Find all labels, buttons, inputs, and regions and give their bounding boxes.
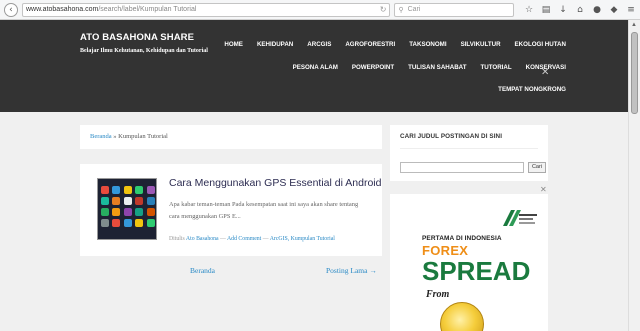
menu-item-arcgis[interactable]: ARCGIS	[307, 41, 331, 48]
main-menu-row-3: TEMPAT NONGKRONG	[484, 86, 566, 93]
app-icon	[146, 208, 155, 216]
browser-toolbar: ‹ www.atobasahona.com /search/label/Kump…	[0, 0, 640, 20]
page-scrollbar[interactable]: ▲	[628, 20, 640, 331]
post-author[interactable]: Ato Basahona	[186, 236, 219, 242]
close-icon[interactable]: ✕	[541, 67, 549, 78]
home-icon[interactable]: ⌂	[575, 5, 585, 15]
post-comments-link[interactable]: Add Comment	[227, 236, 261, 242]
app-icon	[101, 219, 109, 227]
meta-separator: —	[261, 236, 270, 242]
url-path: /search/label/Kumpulan Tutorial	[98, 6, 197, 13]
menu-item-kehidupan[interactable]: KEHIDUPAN	[257, 41, 293, 48]
widget-divider	[400, 148, 538, 149]
download-icon[interactable]: ↓	[558, 5, 568, 15]
app-icon	[123, 197, 132, 205]
menu-item-tulisan-sahabat[interactable]: TULISAN SAHABAT	[408, 64, 466, 71]
forex-ad[interactable]: PERTAMA DI INDONESIA FOREX SPREAD From	[390, 194, 548, 331]
site-description: Belajar Ilmu Kehutanan, Kehidupan dan Tu…	[80, 48, 208, 54]
menu-item-silvikultur[interactable]: SILVIKULTUR	[461, 41, 501, 48]
menu-item-tempat-nongkrong[interactable]: TEMPAT NONGKRONG	[498, 86, 566, 93]
app-icon	[112, 208, 121, 216]
sidebar-search-widget: CARI JUDUL POSTINGAN DI SINI Cari	[390, 125, 548, 181]
meta-separator: —	[218, 236, 227, 242]
app-icon	[112, 197, 121, 205]
app-icon	[146, 186, 155, 194]
post-title[interactable]: Cara Menggunakan GPS Essential di Androi…	[169, 177, 381, 189]
breadcrumb: Beranda » Kumpulan Tutorial	[80, 125, 382, 149]
app-icons-grid	[101, 186, 155, 227]
pager-older-link[interactable]: Posting Lama →	[326, 266, 377, 275]
chat-icon[interactable]: ●	[592, 5, 602, 15]
breadcrumb-home[interactable]: Beranda	[90, 133, 112, 140]
app-icon	[123, 219, 132, 227]
coin-icon	[440, 302, 484, 331]
sidebar-search-input[interactable]	[400, 162, 524, 173]
app-icon	[135, 219, 144, 227]
search-widget-title: CARI JUDUL POSTINGAN DI SINI	[400, 133, 503, 140]
post-card: Cara Menggunakan GPS Essential di Androi…	[80, 164, 382, 256]
post-meta-prefix: Ditulis	[169, 236, 186, 242]
app-icon	[101, 197, 109, 205]
search-icon: ⚲	[398, 6, 404, 14]
browser-search-placeholder: Cari	[407, 6, 421, 13]
url-host: www.atobasahona.com	[25, 6, 99, 13]
address-bar[interactable]: www.atobasahona.com /search/label/Kumpul…	[21, 2, 391, 17]
site-header: ATO BASAHONA SHARE Belajar Ilmu Kehutana…	[0, 20, 628, 112]
scroll-up-icon[interactable]: ▲	[631, 22, 637, 28]
menu-item-tutorial[interactable]: TUTORIAL	[480, 64, 511, 71]
reload-icon[interactable]: ↻	[380, 5, 387, 14]
app-icon	[101, 186, 109, 194]
menu-icon[interactable]: ≡	[626, 5, 636, 15]
sidebar-search-button[interactable]: Cari	[528, 162, 546, 173]
main-menu-row-1: HOME KEHIDUPAN ARCGIS AGROFORESTRI TAKSO…	[210, 41, 566, 48]
ad-from-text: From	[426, 289, 450, 300]
clipboard-icon[interactable]: ▤	[541, 5, 551, 15]
menu-item-taksonomi[interactable]: TAKSONOMI	[409, 41, 446, 48]
star-icon[interactable]: ☆	[524, 5, 534, 15]
breadcrumb-current: Kumpulan Tutorial	[118, 133, 168, 140]
ad-close-icon[interactable]: ✕	[540, 185, 547, 194]
main-menu-row-2: PESONA ALAM POWERPOINT TULISAN SAHABAT T…	[279, 64, 566, 71]
broker-logo-icon	[503, 210, 537, 226]
app-icon	[123, 186, 132, 194]
menu-item-home[interactable]: HOME	[224, 41, 243, 48]
post-labels[interactable]: ArcGIS, Kumpulan Tutorial	[270, 236, 335, 242]
ad-spread-text: SPREAD	[422, 256, 531, 286]
post-excerpt: Apa kabar teman-teman Pada kesempatan sa…	[169, 201, 359, 220]
app-icon	[112, 186, 121, 194]
app-icon	[123, 208, 132, 216]
post-thumbnail[interactable]	[97, 178, 157, 240]
app-icon	[135, 197, 144, 205]
pager-home-link[interactable]: Beranda	[190, 266, 215, 275]
menu-item-powerpoint[interactable]: POWERPOINT	[352, 64, 394, 71]
menu-item-pesona-alam[interactable]: PESONA ALAM	[293, 64, 338, 71]
shield-icon[interactable]: ◆	[609, 5, 619, 15]
menu-item-ekologi-hutan[interactable]: EKOLOGI HUTAN	[515, 41, 566, 48]
back-icon[interactable]: ‹	[4, 2, 18, 17]
app-icon	[135, 186, 144, 194]
app-icon	[146, 219, 155, 227]
site-title[interactable]: ATO BASAHONA SHARE	[80, 32, 194, 43]
app-icon	[146, 197, 155, 205]
app-icon	[135, 208, 144, 216]
scrollbar-thumb[interactable]	[631, 32, 638, 114]
post-meta: Ditulis Ato Basahona — Add Comment — Arc…	[169, 236, 335, 242]
browser-search-box[interactable]: ⚲ Cari	[394, 2, 515, 17]
menu-item-agroforestri[interactable]: AGROFORESTRI	[345, 41, 395, 48]
ad-tagline: PERTAMA DI INDONESIA	[422, 235, 502, 242]
app-icon	[112, 219, 121, 227]
app-icon	[101, 208, 109, 216]
